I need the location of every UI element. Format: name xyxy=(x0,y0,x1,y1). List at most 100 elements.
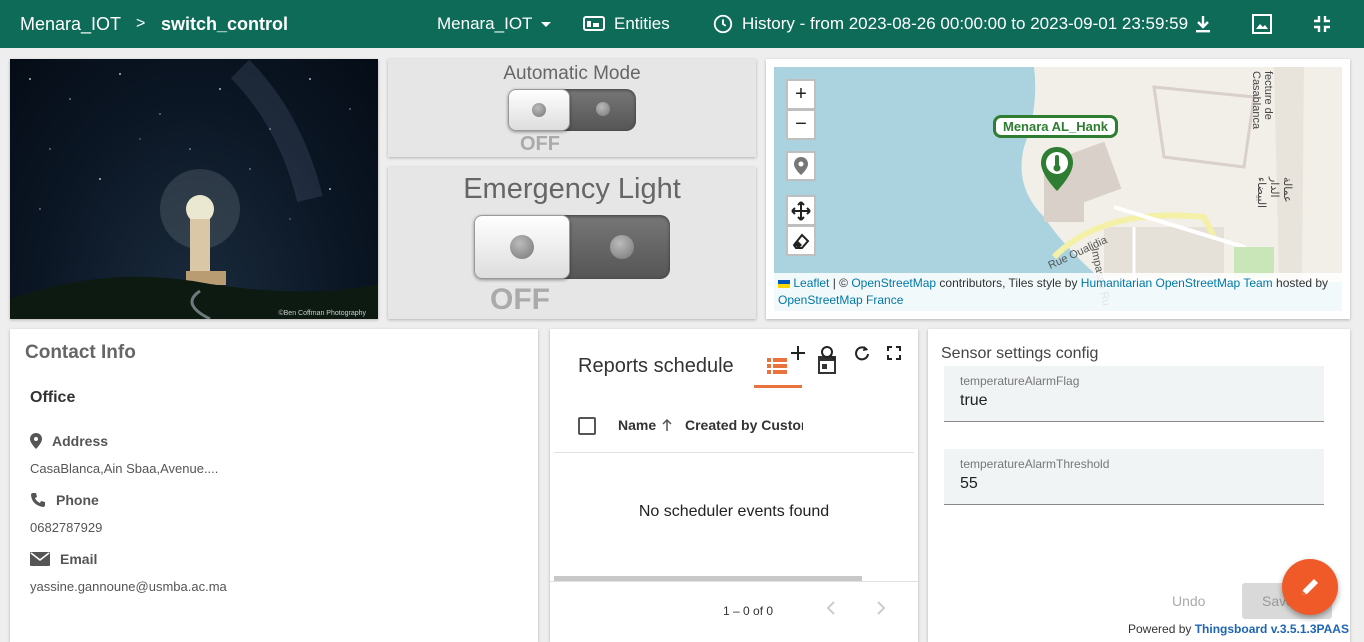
phone-label: Phone xyxy=(30,492,99,508)
email-label-text: Email xyxy=(60,551,98,567)
marker-tooltip: Menara AL_Hank xyxy=(993,115,1118,138)
automatic-mode-card: Automatic Mode OFF xyxy=(388,59,756,157)
caret-down-icon xyxy=(541,22,552,27)
map-widget: + − Menara AL_Hank Rue Oualidia Impasse … xyxy=(766,59,1350,319)
download-icon xyxy=(1196,16,1210,33)
undo-button[interactable]: Undo xyxy=(1172,593,1205,609)
switch-knob-dot xyxy=(510,235,534,259)
clock-icon xyxy=(713,14,733,34)
email-value: yassine.gannoune@usmba.ac.ma xyxy=(30,579,227,594)
automatic-mode-switch[interactable] xyxy=(508,89,636,131)
attribution-hosted: hosted by xyxy=(1272,276,1329,290)
address-label: Address xyxy=(30,433,108,449)
column-created-by[interactable]: Created by Custom xyxy=(685,417,803,433)
email-label: Email xyxy=(30,551,97,567)
ukraine-flag-icon xyxy=(778,279,790,288)
move-icon xyxy=(791,200,811,221)
breadcrumb-separator: > xyxy=(136,15,146,32)
field-value: 55 xyxy=(960,475,978,492)
search-icon xyxy=(821,346,836,361)
map-pin-icon xyxy=(794,157,808,175)
hot-link[interactable]: Humanitarian OpenStreetMap Team xyxy=(1081,276,1273,290)
powered-by: Powered by Thingsboard v.3.5.1.3PAAS xyxy=(1128,622,1349,636)
attribution-separator: | © xyxy=(829,276,852,290)
fullscreen-icon xyxy=(887,346,901,360)
prev-page-button[interactable] xyxy=(826,600,836,619)
thermometer-marker-icon[interactable] xyxy=(1040,147,1074,191)
search-button[interactable] xyxy=(817,342,839,364)
active-tab-indicator xyxy=(754,385,802,388)
temperature-alarm-flag-field[interactable]: temperatureAlarmFlag true xyxy=(944,366,1324,422)
table-header: Name Created by Custom xyxy=(554,403,914,453)
contact-subtitle: Office xyxy=(30,389,76,406)
chevron-left-icon xyxy=(826,601,835,615)
image-export-icon xyxy=(1252,14,1272,34)
entities-label: Entities xyxy=(614,14,670,33)
reports-title: Reports schedule xyxy=(578,355,734,377)
entity-selector[interactable]: Menara_IOT xyxy=(437,0,552,48)
envelope-icon xyxy=(30,552,50,566)
map-canvas[interactable]: + − Menara AL_Hank Rue Oualidia Impasse … xyxy=(774,67,1342,311)
pencil-icon xyxy=(1302,579,1318,595)
reports-schedule-card: Reports schedule Name Created by Custom … xyxy=(550,329,918,642)
field-value: true xyxy=(960,392,988,409)
temperature-alarm-threshold-field[interactable]: temperatureAlarmThreshold 55 xyxy=(944,449,1324,505)
attribution-contributors: contributors, Tiles style by xyxy=(936,276,1081,290)
fullscreen-button[interactable] xyxy=(883,342,905,364)
zoom-out-button[interactable]: − xyxy=(786,109,816,140)
switch-track-dot xyxy=(610,235,634,259)
field-label: temperatureAlarmThreshold xyxy=(960,457,1110,471)
exit-fullscreen-icon xyxy=(1314,16,1330,32)
exit-fullscreen-button[interactable] xyxy=(1310,12,1334,36)
emergency-light-title: Emergency Light xyxy=(463,173,681,205)
eraser-button[interactable] xyxy=(786,225,816,256)
entities-button[interactable]: Entities xyxy=(582,0,670,48)
lighthouse-illustration xyxy=(10,59,378,319)
plus-icon xyxy=(791,346,805,360)
zoom-in-button[interactable]: + xyxy=(786,79,816,110)
empty-state-text: No scheduler events found xyxy=(638,503,830,520)
pan-button[interactable] xyxy=(786,195,816,226)
leaflet-link[interactable]: Leaflet xyxy=(793,276,829,290)
entity-selector-label: Menara_IOT xyxy=(437,14,533,33)
address-label-text: Address xyxy=(52,433,109,449)
download-button[interactable] xyxy=(1191,12,1215,36)
emergency-light-switch[interactable] xyxy=(474,215,670,279)
export-image-button[interactable] xyxy=(1250,12,1274,36)
osm-france-link[interactable]: OpenStreetMap France xyxy=(778,293,903,307)
history-timewindow[interactable]: History - from 2023-08-26 00:00:00 to 20… xyxy=(712,0,1188,48)
page-range-text: 1 – 0 of 0 xyxy=(723,604,774,618)
area-label: fecture de Casablanca xyxy=(1250,71,1274,130)
phone-icon xyxy=(31,493,45,507)
column-name[interactable]: Name xyxy=(618,417,672,433)
map-pin-icon xyxy=(30,433,42,449)
chevron-right-icon xyxy=(877,601,886,615)
paginator: 1 – 0 of 0 xyxy=(550,581,918,641)
top-toolbar: Menara_IOT > switch_control Menara_IOT E… xyxy=(0,0,1364,48)
automatic-mode-state: OFF xyxy=(520,133,560,155)
switch-track-dot xyxy=(596,102,610,116)
refresh-button[interactable] xyxy=(851,342,873,364)
map-attribution: Leaflet | © OpenStreetMap contributors, … xyxy=(774,273,1342,311)
edit-fab-button[interactable] xyxy=(1282,559,1338,615)
dashboard-icon xyxy=(583,16,605,31)
osm-link[interactable]: OpenStreetMap xyxy=(851,276,936,290)
breadcrumb-root[interactable]: Menara_IOT xyxy=(20,0,121,48)
contact-title: Contact Info xyxy=(25,342,136,363)
next-page-button[interactable] xyxy=(876,600,886,619)
select-all-checkbox[interactable] xyxy=(578,417,596,435)
list-view-icon xyxy=(767,358,787,374)
history-label: History - from 2023-08-26 00:00:00 to 20… xyxy=(742,14,1189,33)
lighthouse-image: ©Ben Coffman Photography xyxy=(10,59,378,319)
address-value: CasaBlanca,Ain Sbaa,Avenue.... xyxy=(30,461,219,476)
switch-knob-dot xyxy=(532,103,546,117)
add-button[interactable] xyxy=(787,342,809,364)
thingsboard-link[interactable]: Thingsboard v.3.5.1.3PAAS xyxy=(1195,622,1349,636)
emergency-light-state: OFF xyxy=(490,283,550,316)
powered-prefix: Powered by xyxy=(1128,622,1195,636)
phone-label-text: Phone xyxy=(56,492,99,508)
locate-button[interactable] xyxy=(786,151,816,181)
list-view-tab[interactable] xyxy=(766,355,788,377)
photo-credit: ©Ben Coffman Photography xyxy=(278,310,366,317)
breadcrumb-current: switch_control xyxy=(161,13,289,34)
